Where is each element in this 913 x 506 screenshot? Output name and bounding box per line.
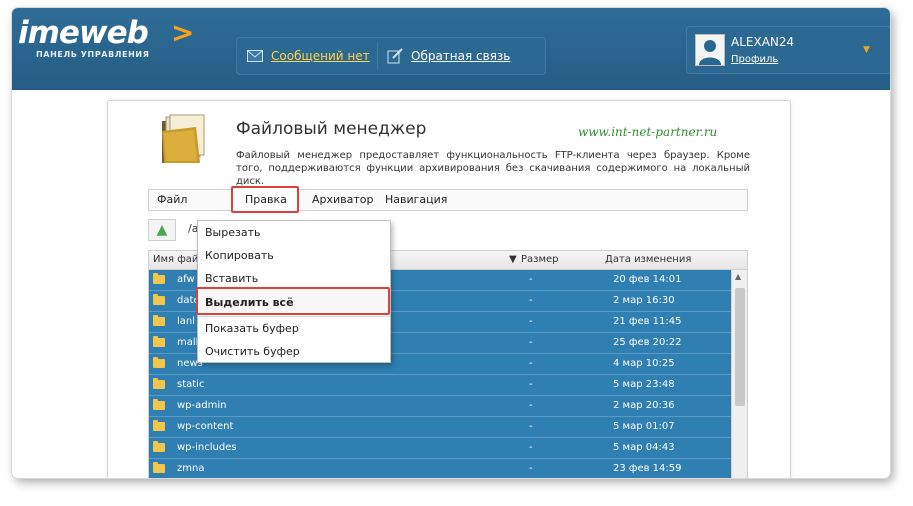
table-row[interactable]: wp-content - 5 мар 01:07 bbox=[149, 417, 731, 438]
app-window: imeweb > ПАНЕЛЬ УПРАВЛЕНИЯ Сообщений нет… bbox=[12, 8, 890, 478]
logo-subtitle: ПАНЕЛЬ УПРАВЛЕНИЯ bbox=[36, 50, 150, 59]
table-scrollbar[interactable]: ▲ bbox=[731, 270, 747, 478]
menu-item-paste[interactable]: Вставить bbox=[205, 272, 258, 285]
feedback-link[interactable]: Обратная связь bbox=[387, 47, 510, 65]
up-arrow-icon[interactable]: ▲ bbox=[148, 219, 176, 241]
folder-icon bbox=[153, 336, 165, 347]
feedback-label[interactable]: Обратная связь bbox=[411, 49, 510, 63]
file-size: - bbox=[529, 358, 533, 369]
file-name: wp-includes bbox=[177, 442, 237, 453]
column-date-header[interactable]: Дата изменения bbox=[605, 254, 691, 265]
menu-bar: Файл Правка Архиватор Навигация bbox=[148, 186, 748, 213]
file-manager-panel: Файловый менеджер www.int-net-partner.ru… bbox=[107, 100, 791, 478]
file-size: - bbox=[529, 442, 533, 453]
file-size: - bbox=[529, 337, 533, 348]
file-size: - bbox=[529, 295, 533, 306]
menu-item-cut[interactable]: Вырезать bbox=[205, 226, 260, 239]
menu-file[interactable]: Файл bbox=[157, 193, 187, 206]
menu-archiver[interactable]: Архиватор bbox=[312, 193, 374, 206]
folder-icon bbox=[153, 441, 165, 452]
menu-item-select-all[interactable]: Выделить всё bbox=[205, 296, 294, 309]
file-date: 5 мар 04:43 bbox=[613, 442, 675, 453]
watermark: www.int-net-partner.ru bbox=[578, 125, 718, 139]
file-size: - bbox=[529, 274, 533, 285]
file-name: zmna bbox=[177, 463, 205, 474]
table-row[interactable]: wp-admin - 2 мар 20:36 bbox=[149, 396, 731, 417]
file-size: - bbox=[529, 463, 533, 474]
folder-icon bbox=[153, 315, 165, 326]
envelope-icon bbox=[247, 50, 263, 62]
file-date: 5 мар 01:07 bbox=[613, 421, 675, 432]
menu-divider bbox=[198, 316, 390, 317]
folder-icon bbox=[153, 273, 165, 284]
scrollbar-thumb[interactable] bbox=[735, 288, 745, 406]
column-size-header[interactable]: Размер bbox=[521, 254, 559, 265]
logo[interactable]: imeweb bbox=[18, 16, 149, 50]
file-size: - bbox=[529, 400, 533, 411]
file-date: 2 мар 20:36 bbox=[613, 400, 675, 411]
menu-item-show-buffer[interactable]: Показать буфер bbox=[205, 322, 299, 335]
messages-label[interactable]: Сообщений нет bbox=[271, 49, 370, 63]
sort-desc-icon[interactable]: ▼ bbox=[509, 254, 517, 265]
folder-icon bbox=[153, 378, 165, 389]
avatar-icon[interactable] bbox=[695, 34, 725, 66]
folder-icon bbox=[153, 420, 165, 431]
page-title: Файловый менеджер bbox=[236, 119, 427, 139]
top-header: imeweb > ПАНЕЛЬ УПРАВЛЕНИЯ Сообщений нет… bbox=[12, 8, 890, 90]
menu-item-copy[interactable]: Копировать bbox=[205, 249, 274, 262]
username: ALEXAN24 bbox=[731, 35, 795, 49]
message-bar: Сообщений нет Обратная связь bbox=[236, 37, 546, 75]
folder-icon bbox=[153, 294, 165, 305]
scroll-up-icon[interactable]: ▲ bbox=[735, 272, 741, 281]
divider bbox=[377, 42, 378, 70]
file-date: 2 мар 16:30 bbox=[613, 295, 675, 306]
messages-link[interactable]: Сообщений нет bbox=[247, 47, 370, 65]
file-name: wp-admin bbox=[177, 400, 227, 411]
folder-icon bbox=[153, 399, 165, 410]
file-name: wp-content bbox=[177, 421, 234, 432]
file-date: 25 фев 20:22 bbox=[613, 337, 682, 348]
file-name: static bbox=[177, 379, 205, 390]
table-row[interactable]: static - 5 мар 23:48 bbox=[149, 375, 731, 396]
file-size: - bbox=[529, 421, 533, 432]
user-panel[interactable]: ALEXAN24 Профиль ▼ bbox=[686, 26, 890, 74]
file-size: - bbox=[529, 379, 533, 390]
menu-edit[interactable]: Правка bbox=[245, 193, 287, 206]
folder-icon bbox=[153, 357, 165, 368]
edit-dropdown-menu: Вырезать Копировать Вставить Выделить вс… bbox=[196, 220, 391, 363]
edit-icon bbox=[387, 48, 403, 64]
profile-link[interactable]: Профиль bbox=[731, 54, 778, 65]
menu-navigation[interactable]: Навигация bbox=[385, 193, 447, 206]
table-row[interactable]: zmna - 23 фев 14:59 bbox=[149, 459, 731, 478]
file-date: 20 фев 14:01 bbox=[613, 274, 682, 285]
logo-arrow-icon: > bbox=[171, 16, 195, 49]
file-name: lanl bbox=[177, 316, 196, 327]
file-name: afw bbox=[177, 274, 195, 285]
page-description: Файловый менеджер предоставляет функцион… bbox=[236, 150, 750, 187]
file-date: 21 фев 11:45 bbox=[613, 316, 682, 327]
chevron-down-icon[interactable]: ▼ bbox=[863, 45, 870, 55]
file-manager-folder-icon bbox=[162, 114, 205, 163]
folder-icon bbox=[153, 462, 165, 473]
table-row[interactable]: wp-includes - 5 мар 04:43 bbox=[149, 438, 731, 459]
menu-item-clear-buffer[interactable]: Очистить буфер bbox=[205, 345, 300, 358]
file-date: 23 фев 14:59 bbox=[613, 463, 682, 474]
file-date: 4 мар 10:25 bbox=[613, 358, 675, 369]
file-date: 5 мар 23:48 bbox=[613, 379, 675, 390]
file-size: - bbox=[529, 316, 533, 327]
